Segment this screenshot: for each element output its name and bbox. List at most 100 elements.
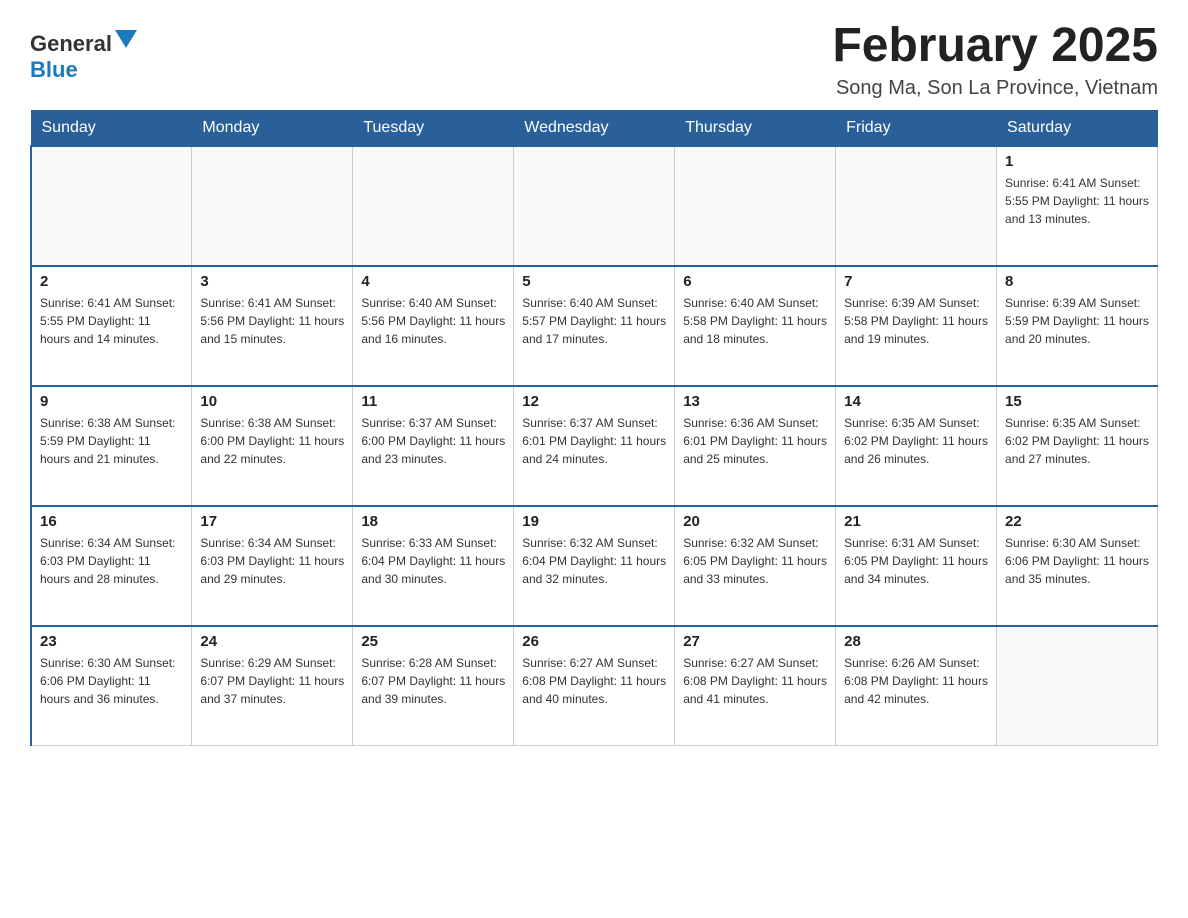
day-number: 28: [844, 633, 988, 650]
calendar-day-cell: [836, 146, 997, 266]
calendar-day-cell: 8 Sunrise: 6:39 AM Sunset: 5:59 PM Daylig…: [997, 266, 1158, 386]
calendar-day-header: Wednesday: [514, 110, 675, 146]
calendar-day-header: Monday: [192, 110, 353, 146]
day-info: Sunrise: 6:32 AM Sunset: 6:05 PM Dayligh…: [683, 534, 827, 588]
day-number: 11: [361, 393, 505, 410]
calendar-day-cell: [997, 626, 1158, 746]
day-number: 13: [683, 393, 827, 410]
day-info: Sunrise: 6:31 AM Sunset: 6:05 PM Dayligh…: [844, 534, 988, 588]
day-info: Sunrise: 6:29 AM Sunset: 6:07 PM Dayligh…: [200, 654, 344, 708]
day-number: 8: [1005, 273, 1149, 290]
calendar-day-cell: 10 Sunrise: 6:38 AM Sunset: 6:00 PM Dayli…: [192, 386, 353, 506]
calendar-table: SundayMondayTuesdayWednesdayThursdayFrid…: [30, 110, 1158, 747]
day-number: 27: [683, 633, 827, 650]
day-number: 25: [361, 633, 505, 650]
calendar-day-cell: 11 Sunrise: 6:37 AM Sunset: 6:00 PM Dayli…: [353, 386, 514, 506]
calendar-day-header: Friday: [836, 110, 997, 146]
calendar-day-cell: 9 Sunrise: 6:38 AM Sunset: 5:59 PM Daylig…: [31, 386, 192, 506]
logo-arrow-icon: [115, 30, 137, 52]
day-number: 10: [200, 393, 344, 410]
day-info: Sunrise: 6:39 AM Sunset: 5:59 PM Dayligh…: [1005, 294, 1149, 348]
calendar-day-cell: [31, 146, 192, 266]
day-info: Sunrise: 6:40 AM Sunset: 5:57 PM Dayligh…: [522, 294, 666, 348]
month-title: February 2025: [832, 20, 1158, 73]
calendar-day-cell: 13Sunrise: 6:36 AM Sunset: 6:01 PM Dayli…: [675, 386, 836, 506]
calendar-day-cell: 7 Sunrise: 6:39 AM Sunset: 5:58 PM Daylig…: [836, 266, 997, 386]
calendar-day-cell: 21 Sunrise: 6:31 AM Sunset: 6:05 PM Dayli…: [836, 506, 997, 626]
day-info: Sunrise: 6:37 AM Sunset: 6:01 PM Dayligh…: [522, 414, 666, 468]
logo-general: General: [30, 31, 112, 56]
calendar-day-cell: 18 Sunrise: 6:33 AM Sunset: 6:04 PM Dayli…: [353, 506, 514, 626]
calendar-day-cell: 1Sunrise: 6:41 AM Sunset: 5:55 PM Daylig…: [997, 146, 1158, 266]
calendar-day-cell: 28 Sunrise: 6:26 AM Sunset: 6:08 PM Dayli…: [836, 626, 997, 746]
day-info: Sunrise: 6:39 AM Sunset: 5:58 PM Dayligh…: [844, 294, 988, 348]
day-info: Sunrise: 6:40 AM Sunset: 5:56 PM Dayligh…: [361, 294, 505, 348]
calendar-day-cell: 23Sunrise: 6:30 AM Sunset: 6:06 PM Dayli…: [31, 626, 192, 746]
day-number: 23: [40, 633, 183, 650]
day-number: 6: [683, 273, 827, 290]
calendar-day-cell: 4 Sunrise: 6:40 AM Sunset: 5:56 PM Daylig…: [353, 266, 514, 386]
calendar-day-cell: 26 Sunrise: 6:27 AM Sunset: 6:08 PM Dayli…: [514, 626, 675, 746]
day-info: Sunrise: 6:34 AM Sunset: 6:03 PM Dayligh…: [200, 534, 344, 588]
calendar-week-row: 23Sunrise: 6:30 AM Sunset: 6:06 PM Dayli…: [31, 626, 1158, 746]
day-number: 24: [200, 633, 344, 650]
day-info: Sunrise: 6:40 AM Sunset: 5:58 PM Dayligh…: [683, 294, 827, 348]
day-info: Sunrise: 6:38 AM Sunset: 5:59 PM Dayligh…: [40, 414, 183, 468]
day-info: Sunrise: 6:28 AM Sunset: 6:07 PM Dayligh…: [361, 654, 505, 708]
day-number: 9: [40, 393, 183, 410]
day-number: 7: [844, 273, 988, 290]
day-number: 4: [361, 273, 505, 290]
calendar-header-row: SundayMondayTuesdayWednesdayThursdayFrid…: [31, 110, 1158, 146]
calendar-day-header: Sunday: [31, 110, 192, 146]
day-number: 19: [522, 513, 666, 530]
day-number: 12: [522, 393, 666, 410]
page-header: General Blue February 2025 Song Ma, Son …: [30, 20, 1158, 100]
day-info: Sunrise: 6:27 AM Sunset: 6:08 PM Dayligh…: [522, 654, 666, 708]
day-number: 20: [683, 513, 827, 530]
calendar-day-cell: 16 Sunrise: 6:34 AM Sunset: 6:03 PM Dayli…: [31, 506, 192, 626]
calendar-day-header: Saturday: [997, 110, 1158, 146]
day-info: Sunrise: 6:32 AM Sunset: 6:04 PM Dayligh…: [522, 534, 666, 588]
day-number: 18: [361, 513, 505, 530]
day-info: Sunrise: 6:35 AM Sunset: 6:02 PM Dayligh…: [1005, 414, 1149, 468]
day-number: 3: [200, 273, 344, 290]
calendar-day-cell: 15 Sunrise: 6:35 AM Sunset: 6:02 PM Dayli…: [997, 386, 1158, 506]
day-info: Sunrise: 6:38 AM Sunset: 6:00 PM Dayligh…: [200, 414, 344, 468]
day-info: Sunrise: 6:30 AM Sunset: 6:06 PM Dayligh…: [1005, 534, 1149, 588]
day-number: 21: [844, 513, 988, 530]
day-number: 5: [522, 273, 666, 290]
calendar-day-cell: [675, 146, 836, 266]
calendar-day-cell: 25 Sunrise: 6:28 AM Sunset: 6:07 PM Dayli…: [353, 626, 514, 746]
day-info: Sunrise: 6:27 AM Sunset: 6:08 PM Dayligh…: [683, 654, 827, 708]
calendar-day-cell: [192, 146, 353, 266]
calendar-day-cell: 5 Sunrise: 6:40 AM Sunset: 5:57 PM Daylig…: [514, 266, 675, 386]
calendar-day-cell: 14Sunrise: 6:35 AM Sunset: 6:02 PM Dayli…: [836, 386, 997, 506]
day-info: Sunrise: 6:33 AM Sunset: 6:04 PM Dayligh…: [361, 534, 505, 588]
calendar-day-cell: 2Sunrise: 6:41 AM Sunset: 5:55 PM Daylig…: [31, 266, 192, 386]
calendar-day-header: Thursday: [675, 110, 836, 146]
calendar-week-row: 1Sunrise: 6:41 AM Sunset: 5:55 PM Daylig…: [31, 146, 1158, 266]
calendar-day-cell: 3 Sunrise: 6:41 AM Sunset: 5:56 PM Daylig…: [192, 266, 353, 386]
calendar-day-cell: 22 Sunrise: 6:30 AM Sunset: 6:06 PM Dayli…: [997, 506, 1158, 626]
calendar-day-cell: [514, 146, 675, 266]
day-number: 14: [844, 393, 988, 410]
day-info: Sunrise: 6:37 AM Sunset: 6:00 PM Dayligh…: [361, 414, 505, 468]
calendar-week-row: 9 Sunrise: 6:38 AM Sunset: 5:59 PM Daylig…: [31, 386, 1158, 506]
calendar-day-cell: 17Sunrise: 6:34 AM Sunset: 6:03 PM Dayli…: [192, 506, 353, 626]
calendar-day-cell: 24 Sunrise: 6:29 AM Sunset: 6:07 PM Dayli…: [192, 626, 353, 746]
calendar-week-row: 2Sunrise: 6:41 AM Sunset: 5:55 PM Daylig…: [31, 266, 1158, 386]
day-number: 16: [40, 513, 183, 530]
day-info: Sunrise: 6:26 AM Sunset: 6:08 PM Dayligh…: [844, 654, 988, 708]
calendar-day-cell: 20 Sunrise: 6:32 AM Sunset: 6:05 PM Dayli…: [675, 506, 836, 626]
day-number: 26: [522, 633, 666, 650]
calendar-week-row: 16 Sunrise: 6:34 AM Sunset: 6:03 PM Dayli…: [31, 506, 1158, 626]
day-number: 15: [1005, 393, 1149, 410]
day-info: Sunrise: 6:41 AM Sunset: 5:55 PM Dayligh…: [40, 294, 183, 348]
day-number: 22: [1005, 513, 1149, 530]
calendar-day-cell: 6 Sunrise: 6:40 AM Sunset: 5:58 PM Daylig…: [675, 266, 836, 386]
calendar-day-header: Tuesday: [353, 110, 514, 146]
day-info: Sunrise: 6:34 AM Sunset: 6:03 PM Dayligh…: [40, 534, 183, 588]
day-number: 1: [1005, 153, 1149, 170]
calendar-day-cell: 12 Sunrise: 6:37 AM Sunset: 6:01 PM Dayli…: [514, 386, 675, 506]
day-info: Sunrise: 6:41 AM Sunset: 5:56 PM Dayligh…: [200, 294, 344, 348]
